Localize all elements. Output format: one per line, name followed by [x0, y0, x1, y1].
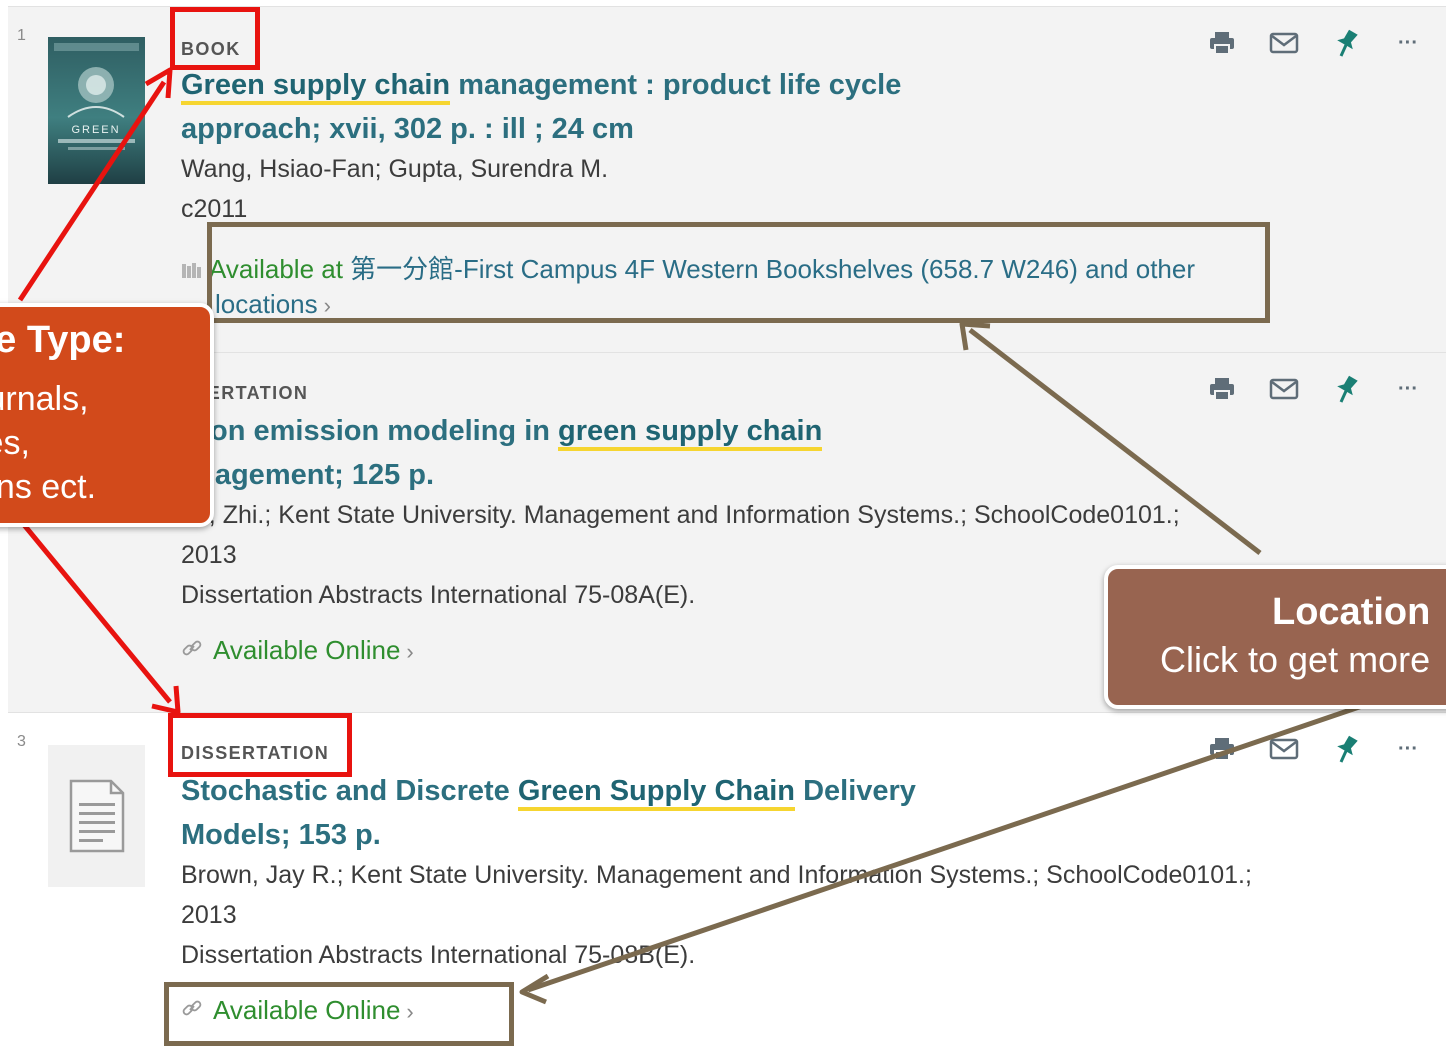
result-title[interactable]: Green supply chain management : product … [181, 63, 961, 151]
email-icon[interactable] [1264, 21, 1304, 65]
pin-icon[interactable] [1326, 367, 1366, 411]
print-icon[interactable] [1202, 21, 1242, 65]
callout-location: Location Click to get more [1104, 565, 1446, 709]
result-number: 1 [17, 27, 26, 44]
title-text-rest: Delivery [795, 775, 916, 807]
callout-resource-type: ce Type: journals, cles, tions ect. [0, 303, 214, 527]
pin-icon[interactable] [1326, 727, 1366, 771]
annotation-box-available-online [164, 982, 514, 1046]
annotation-box-type-dissertation [168, 713, 352, 777]
publication-date: 2013 [181, 541, 237, 569]
result-title[interactable]: Stochastic and Discrete Green Supply Cha… [181, 769, 961, 857]
title-text: Stochastic and Discrete [181, 775, 518, 807]
title-text: management : product life cycle [450, 69, 902, 101]
callout-title: Location [1272, 591, 1431, 633]
callout-body: journals, cles, tions ect. [0, 380, 97, 506]
result-actions: ··· [1202, 367, 1432, 411]
callout-body: Click to get more [1160, 639, 1431, 680]
pin-icon[interactable] [1326, 21, 1366, 65]
publication-date: c2011 [181, 195, 248, 223]
result-title[interactable]: rbon emission modeling in green supply c… [181, 409, 961, 497]
authors: ao, Zhi.; Kent State University. Managem… [181, 501, 1180, 529]
title-text: rbon emission modeling in [181, 415, 559, 447]
document-icon [69, 779, 124, 853]
print-icon[interactable] [1202, 727, 1242, 771]
source: Dissertation Abstracts International 75-… [181, 941, 696, 969]
authors: Wang, Hsiao-Fan; Gupta, Surendra M. [181, 155, 609, 183]
annotation-box-location [207, 222, 1270, 323]
availability-status: Available Online [213, 635, 401, 665]
result-number: 3 [17, 733, 26, 750]
result-actions: ··· [1202, 21, 1432, 65]
link-icon [181, 635, 205, 666]
available-online-link[interactable]: Available Online › [181, 635, 414, 666]
title-highlight: Green supply chain [181, 69, 451, 105]
book-cover-thumbnail[interactable]: GREEN [48, 37, 145, 184]
title-text-line2: Models; 153 p. [181, 819, 381, 851]
authors: Brown, Jay R.; Kent State University. Ma… [181, 861, 1252, 889]
more-icon[interactable]: ··· [1388, 367, 1428, 411]
title-highlight: Green Supply Chain [517, 775, 796, 811]
title-text-line2: approach; xvii, 302 p. : ill ; 24 cm [181, 113, 634, 145]
more-icon[interactable]: ··· [1388, 21, 1428, 65]
annotation-box-type-book [170, 7, 260, 70]
title-highlight: green supply chain [558, 415, 823, 451]
result-actions: ··· [1202, 727, 1432, 771]
publication-date: 2013 [181, 901, 237, 929]
email-icon[interactable] [1264, 727, 1304, 771]
cover-text: GREEN [71, 124, 120, 136]
book-icon [181, 256, 203, 278]
source: Dissertation Abstracts International 75-… [181, 581, 696, 609]
more-icon[interactable]: ··· [1388, 727, 1428, 771]
email-icon[interactable] [1264, 367, 1304, 411]
print-icon[interactable] [1202, 367, 1242, 411]
callout-title: ce Type: [0, 319, 126, 361]
title-text-line2: anagement; 125 p. [181, 459, 435, 491]
chevron-right-icon: › [406, 639, 414, 664]
document-thumbnail[interactable] [48, 745, 145, 887]
